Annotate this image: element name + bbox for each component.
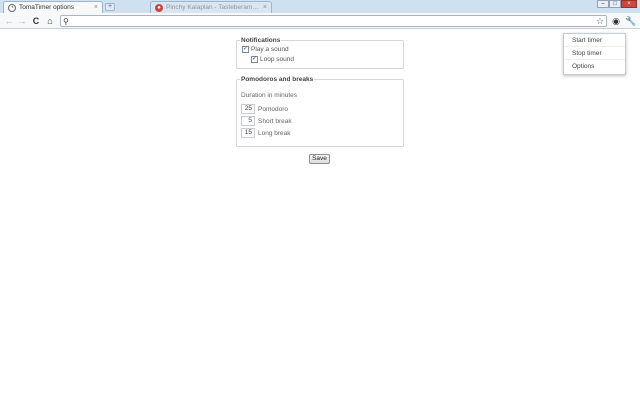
window-controls: – □ × xyxy=(597,0,637,8)
tab-close-icon[interactable]: × xyxy=(94,4,98,11)
pomodoros-legend: Pomodoros and breaks xyxy=(241,76,314,83)
forward-arrow-icon[interactable]: → xyxy=(16,15,28,27)
loop-sound-option[interactable]: ✓ Loop sound xyxy=(251,56,294,63)
notifications-fieldset: Notifications xyxy=(236,37,404,69)
pomodoro-minutes-input[interactable]: 25 xyxy=(241,104,255,114)
page-favicon-icon: ● xyxy=(155,3,163,12)
long-break-duration-row: 15 Long break xyxy=(241,128,291,138)
menu-item-options[interactable]: Options xyxy=(564,60,625,73)
minimize-button[interactable]: – xyxy=(597,0,609,8)
tab-tomatimer-options[interactable]: ◔ TomaTimer options × xyxy=(3,1,103,13)
loop-sound-label: Loop sound xyxy=(260,56,294,63)
pomodoro-label: Pomodoro xyxy=(258,105,288,113)
loop-sound-checkbox[interactable]: ✓ xyxy=(251,56,258,63)
short-break-duration-row: 5 Short break xyxy=(241,116,292,126)
menu-item-start-timer[interactable]: Start timer xyxy=(564,34,625,47)
play-sound-label: Play a sound xyxy=(251,46,289,53)
browser-toolbar: ← → C ⌂ ⚲ ☆ ◉ 🔧 xyxy=(0,13,640,29)
play-sound-option[interactable]: ✓ Play a sound xyxy=(242,46,289,53)
save-button[interactable]: Save xyxy=(309,154,330,164)
tab-close-icon[interactable]: × xyxy=(263,4,267,11)
reload-icon[interactable]: C xyxy=(30,15,42,27)
home-icon[interactable]: ⌂ xyxy=(44,15,56,27)
bookmark-star-icon[interactable]: ☆ xyxy=(596,16,604,27)
menu-item-stop-timer[interactable]: Stop timer xyxy=(564,47,625,60)
duration-label: Duration in minutes xyxy=(241,92,297,99)
long-break-label: Long break xyxy=(258,129,291,137)
notifications-legend: Notifications xyxy=(241,37,281,44)
tab-label: TomaTimer options xyxy=(19,4,75,11)
close-window-button[interactable]: × xyxy=(621,0,637,8)
tomato-favicon-icon: ◔ xyxy=(8,3,16,12)
long-break-minutes-input[interactable]: 15 xyxy=(241,128,255,138)
maximize-button[interactable]: □ xyxy=(609,0,621,8)
url-input[interactable] xyxy=(73,17,583,26)
tomatimer-extension-icon[interactable]: ◉ xyxy=(610,15,622,27)
pomodoro-duration-row: 25 Pomodoro xyxy=(241,104,288,114)
back-arrow-icon[interactable]: ← xyxy=(3,15,15,27)
play-sound-checkbox[interactable]: ✓ xyxy=(242,46,249,53)
search-icon: ⚲ xyxy=(63,17,69,26)
extension-popup-menu: Start timer Stop timer Options xyxy=(563,33,626,75)
new-tab-button[interactable]: + xyxy=(105,3,115,11)
short-break-minutes-input[interactable]: 5 xyxy=(241,116,255,126)
short-break-label: Short break xyxy=(258,117,292,125)
omnibox[interactable]: ⚲ ☆ xyxy=(60,15,607,27)
tab-strip: ◔ TomaTimer options × + ● Pinchy Kalapla… xyxy=(0,0,640,13)
wrench-menu-icon[interactable]: 🔧 xyxy=(625,15,637,27)
tab-background-page[interactable]: ● Pinchy Kalaplan - Tasteberamde C... × xyxy=(150,1,272,13)
tab-label: Pinchy Kalaplan - Tasteberamde C... xyxy=(166,4,261,11)
